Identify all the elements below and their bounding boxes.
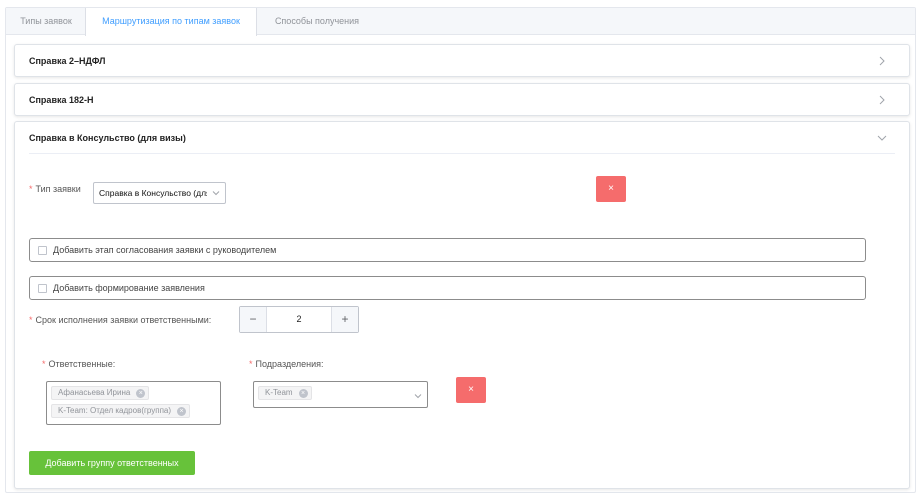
responsible-chip: K-Team: Отдел кадров(группа) ×: [51, 404, 191, 418]
request-type-value: Справка в Консульство (для визы): [99, 188, 207, 198]
chevron-down-icon: [212, 191, 220, 196]
chevron-right-icon: [879, 56, 885, 66]
chip-label: K-Team: Отдел кадров(группа): [58, 406, 172, 415]
chip-close-icon[interactable]: ×: [177, 407, 187, 416]
manager-approval-checkbox[interactable]: Добавить этап согласования заявки с руко…: [29, 238, 866, 262]
checkbox-box[interactable]: [38, 284, 47, 293]
checkbox-box[interactable]: [38, 246, 47, 255]
departments-label: * Подразделения:: [249, 359, 323, 369]
checkbox-label: Добавить этап согласования заявки с руко…: [53, 245, 277, 255]
increment-button[interactable]: +: [331, 307, 358, 332]
card-title: Справка 182-Н: [29, 95, 94, 105]
tab-request-types[interactable]: Типы заявок: [6, 8, 86, 35]
card-ndfl: Справка 2–НДФЛ: [14, 44, 910, 77]
checkbox-label: Добавить формирование заявления: [53, 283, 205, 293]
routing-panel: Типы заявок Маршрутизация по типам заяво…: [5, 7, 916, 493]
request-type-label-text: Тип заявки: [35, 184, 81, 194]
deadline-label: * Срок исполнения заявки ответственными:: [29, 315, 211, 325]
request-type-select[interactable]: Справка в Консульство (для визы): [93, 182, 226, 204]
responsible-select[interactable]: Афанасьева Ирина × K-Team: Отдел кадров(…: [46, 381, 221, 425]
statement-checkbox[interactable]: Добавить формирование заявления: [29, 276, 866, 300]
delete-group-button[interactable]: ×: [456, 377, 486, 403]
required-mark: *: [29, 184, 33, 194]
decrement-button[interactable]: −: [240, 307, 267, 332]
department-chip: K-Team ×: [258, 386, 312, 400]
departments-label-text: Подразделения:: [255, 359, 324, 369]
request-type-label: * Тип заявки: [29, 184, 81, 194]
deadline-stepper: − 2 +: [239, 306, 359, 333]
deadline-label-text: Срок исполнения заявки ответственными:: [35, 315, 212, 325]
card-consulate: Справка в Консульство (для визы) * Тип за…: [14, 121, 910, 489]
deadline-input[interactable]: 2: [268, 307, 330, 332]
responsible-chip: Афанасьева Ирина ×: [51, 386, 150, 400]
required-mark: *: [249, 359, 253, 369]
tab-receive-methods[interactable]: Способы получения: [257, 8, 377, 35]
card-182n-header[interactable]: Справка 182-Н: [15, 84, 909, 116]
card-consulate-header[interactable]: Справка в Консульство (для визы): [15, 122, 909, 154]
card-title: Справка в Консульство (для визы): [29, 133, 186, 143]
chip-close-icon[interactable]: ×: [136, 389, 146, 398]
responsible-label-text: Ответственные:: [48, 359, 116, 369]
chevron-down-icon: [877, 135, 887, 141]
departments-select[interactable]: K-Team ×: [253, 381, 428, 408]
responsible-label: * Ответственные:: [42, 359, 115, 369]
divider: [29, 153, 895, 154]
tab-routing[interactable]: Маршрутизация по типам заявок: [85, 8, 257, 36]
chip-close-icon[interactable]: ×: [298, 389, 308, 398]
delete-route-button[interactable]: ×: [596, 176, 626, 202]
tab-bar: Типы заявок Маршрутизация по типам заяво…: [6, 8, 915, 36]
required-mark: *: [29, 315, 33, 325]
required-mark: *: [42, 359, 46, 369]
chevron-right-icon: [879, 95, 885, 105]
chip-label: Афанасьева Ирина: [58, 388, 131, 397]
chevron-down-icon: [414, 394, 422, 399]
card-title: Справка 2–НДФЛ: [29, 56, 106, 66]
add-group-button[interactable]: Добавить группу ответственных: [29, 451, 195, 475]
card-182n: Справка 182-Н: [14, 83, 910, 116]
card-ndfl-header[interactable]: Справка 2–НДФЛ: [15, 45, 909, 77]
chip-label: K-Team: [265, 388, 293, 397]
